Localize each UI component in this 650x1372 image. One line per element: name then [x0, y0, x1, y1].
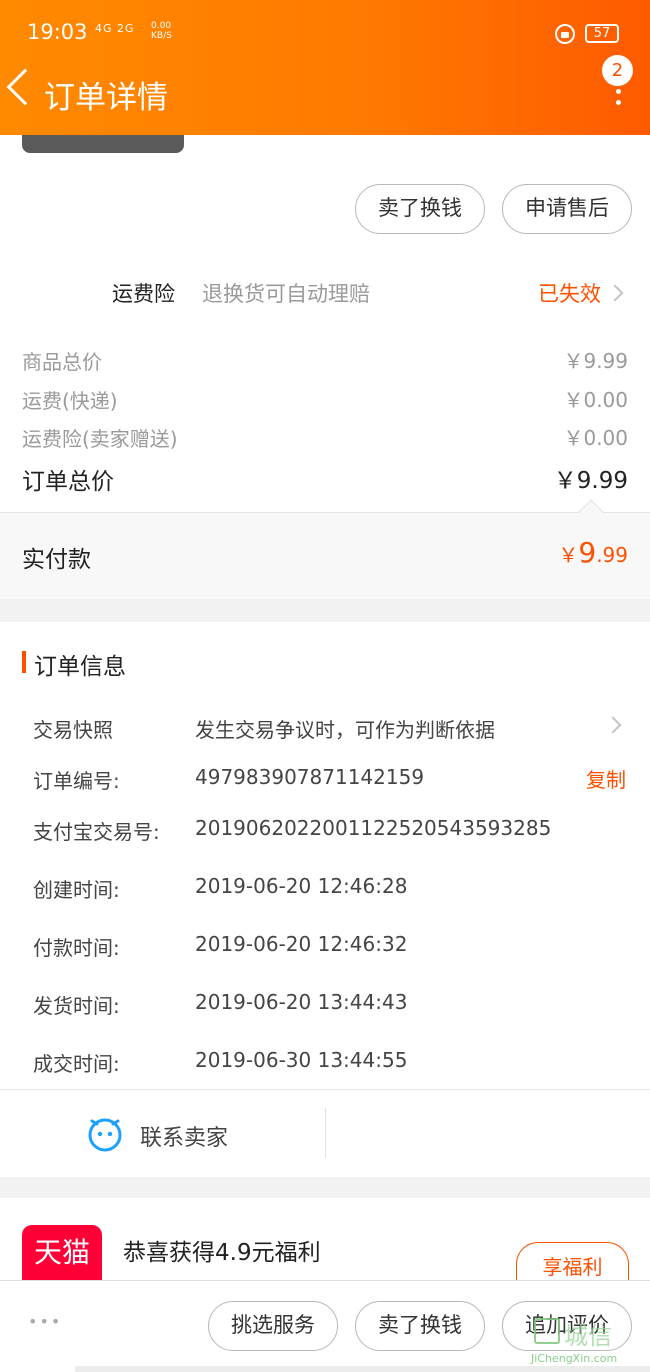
more-dot [616, 89, 621, 94]
signal-icon: 4G 2G [95, 22, 135, 35]
paid-label: 实付款 [22, 547, 91, 573]
order-number-value: 497983907871142159 [195, 765, 425, 789]
snapshot-label: 交易快照 [33, 718, 113, 742]
section-accent-bar [22, 651, 26, 673]
insurance-fee-value: ￥0.00 [563, 426, 628, 450]
insurance-fee-label: 运费险(卖家赠送) [22, 427, 178, 451]
paid-integer: 9 [578, 536, 597, 569]
paid-time-value: 2019-06-20 12:46:32 [195, 932, 408, 956]
order-total-value: ￥9.99 [553, 468, 628, 494]
watermark-site: JiChengXin.com [531, 1352, 618, 1365]
back-icon[interactable] [6, 68, 44, 106]
order-number-label: 订单编号: [33, 769, 120, 793]
lock-icon [555, 24, 575, 44]
network-speed: 0.00 KB/S [151, 21, 172, 41]
app-header: 19:03 4G 2G 0.00 KB/S 57 订单详情 2 [0, 0, 650, 135]
alipay-no-value: 2019062022001122520543593285 [195, 816, 552, 840]
snapshot-value[interactable]: 发生交易争议时，可作为判断依据 [195, 714, 495, 743]
promo-button[interactable]: 享福利 [516, 1242, 629, 1280]
chat-face-icon [88, 1118, 122, 1152]
completed-time-label: 成交时间: [33, 1052, 120, 1076]
tmall-logo: 天猫 [22, 1225, 102, 1280]
network-speed-value: 0.00 [151, 21, 172, 31]
created-time-value: 2019-06-20 12:46:28 [195, 874, 408, 898]
shipped-time-label: 发货时间: [33, 994, 120, 1018]
after-sale-button[interactable]: 申请售后 [502, 184, 632, 234]
battery-icon: 57 [585, 24, 619, 43]
goods-total-label: 商品总价 [22, 350, 102, 374]
bottom-sell-button[interactable]: 卖了换钱 [355, 1301, 485, 1351]
insurance-label: 运费险 [112, 282, 175, 306]
insurance-desc: 退换货可自动理赔 [202, 282, 370, 306]
shipping-value: ￥0.00 [563, 388, 628, 412]
contact-seller-label: 联系卖家 [140, 1126, 229, 1151]
watermark-text: 城信 [564, 1322, 612, 1350]
order-total-label: 订单总价 [22, 469, 114, 495]
promo-text: 恭喜获得4.9元福利 [123, 1240, 321, 1266]
created-time-label: 创建时间: [33, 878, 120, 902]
watermark-logo [534, 1318, 560, 1344]
paid-decimal: .99 [596, 543, 628, 567]
status-time: 19:03 [27, 20, 88, 44]
paid-row [0, 512, 650, 599]
sell-button[interactable]: 卖了换钱 [355, 184, 485, 234]
goods-total-value: ￥9.99 [563, 349, 628, 373]
contact-seller-button[interactable]: 联系卖家 [0, 1090, 325, 1177]
page-title: 订单详情 [44, 80, 168, 116]
paid-amount: ￥9.99 [558, 536, 628, 569]
shipping-label: 运费(快递) [22, 389, 118, 413]
notification-badge: 2 [602, 55, 633, 86]
more-actions-button[interactable]: ••• [28, 1312, 62, 1331]
copy-button[interactable]: 复制 [586, 764, 626, 793]
insurance-status[interactable]: 已失效 [538, 278, 601, 308]
paid-time-label: 付款时间: [33, 936, 120, 960]
alipay-no-label: 支付宝交易号: [33, 820, 160, 844]
shipped-time-value: 2019-06-20 13:44:43 [195, 990, 408, 1014]
nav-indicator [75, 1366, 650, 1372]
paid-currency: ￥ [558, 543, 579, 567]
choose-service-button[interactable]: 挑选服务 [208, 1301, 338, 1351]
status-bar: 19:03 4G 2G 0.00 KB/S 57 [0, 18, 650, 50]
completed-time-value: 2019-06-30 13:44:55 [195, 1048, 408, 1072]
more-dot [616, 100, 621, 105]
product-thumbnail[interactable] [22, 135, 184, 153]
network-speed-unit: KB/S [151, 31, 172, 41]
order-info-title: 订单信息 [34, 654, 126, 680]
vertical-divider [325, 1108, 326, 1158]
